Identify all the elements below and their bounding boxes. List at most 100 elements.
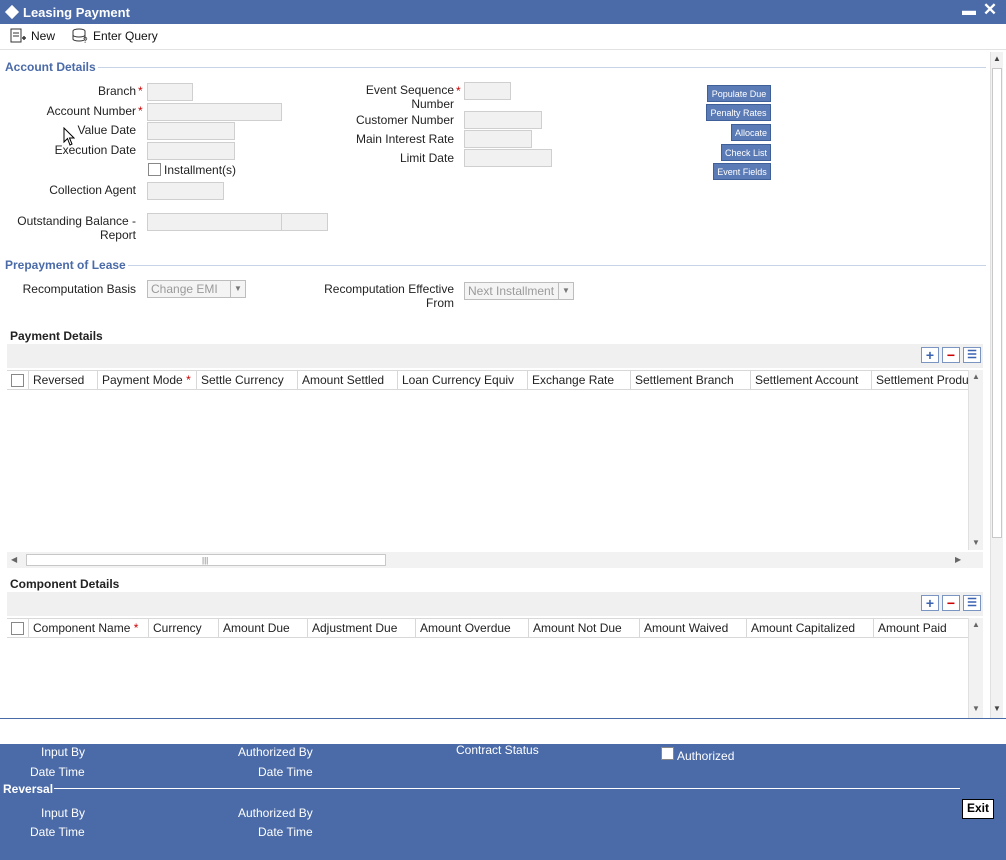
section-divider [128,265,986,266]
event-fields-button[interactable]: Event Fields [713,163,771,180]
delete-row-icon[interactable]: − [942,595,960,611]
column-header[interactable]: Amount Due [219,619,308,637]
recomputation-basis-label: Recomputation Basis [22,282,136,296]
prepayment-section-title: Prepayment of Lease [5,258,126,272]
payment-grid-toolbar: + − ☰ [7,344,983,368]
input-by-label: Input By [41,745,86,759]
column-header[interactable]: Amount Waived [640,619,747,637]
event-sequence-label: Event Sequence [365,83,454,97]
component-grid-vertical-scrollbar[interactable]: ▲ ▼ [968,618,983,718]
minimize-icon[interactable]: ▬ [962,2,976,20]
authorized-label: Authorized [677,749,735,763]
installments-label: Installment(s) [164,163,237,177]
column-header[interactable]: Amount Overdue [416,619,529,637]
column-header[interactable]: Amount Not Due [529,619,640,637]
required-mark: * [186,373,191,387]
execution-date-input[interactable] [147,142,235,160]
enter-query-button[interactable]: ? Enter Query [72,28,158,44]
component-details-title: Component Details [10,577,120,591]
scroll-right-icon[interactable]: ▶ [955,555,961,564]
branch-input[interactable] [147,83,193,101]
main-interest-rate-label: Main Interest Rate [355,132,454,146]
outstanding-balance-label: Outstanding Balance - [17,214,136,228]
main-interest-rate-input[interactable] [464,130,532,148]
scroll-up-icon[interactable]: ▲ [972,372,980,381]
column-header[interactable]: Currency [149,619,219,637]
list-view-icon[interactable]: ☰ [963,595,981,611]
value-date-input[interactable] [147,122,235,140]
close-icon[interactable]: ✕ [982,0,998,20]
column-header[interactable]: Amount Paid [874,619,968,637]
execution-date-label: Execution Date [54,143,136,157]
customer-number-input[interactable] [464,111,542,129]
authorized-checkbox[interactable] [661,747,674,760]
column-header[interactable]: Settle Currency [197,371,298,389]
collection-agent-label: Collection Agent [49,183,136,197]
outstanding-balance-input[interactable] [147,213,282,231]
limit-date-input[interactable] [464,149,552,167]
mouse-cursor-icon [63,127,75,146]
scroll-up-icon[interactable]: ▲ [972,620,980,629]
main-vertical-scrollbar[interactable]: ▲ ▼ [990,52,1003,718]
column-header[interactable]: Settlement Branch [631,371,751,389]
event-sequence-label-number: Number [411,97,454,111]
date-time-label: Date Time [258,765,313,779]
collection-agent-input[interactable] [147,182,224,200]
new-button[interactable]: New [10,28,55,44]
reversal-authorized-by-label: Authorized By [238,806,313,820]
column-header[interactable]: Exchange Rate [528,371,631,389]
column-header[interactable]: Settlement Produ [872,371,968,389]
select-all-checkbox[interactable] [11,622,24,635]
column-header[interactable]: Loan Currency Equiv [398,371,528,389]
select-all-cell [7,371,29,389]
footer-spacer [0,718,1006,744]
new-label: New [31,29,56,43]
grip-icon: ||| [202,556,209,565]
app-diamond-icon [4,4,20,20]
column-header[interactable]: Settlement Account [751,371,872,389]
column-header[interactable]: Amount Settled [298,371,398,389]
column-header[interactable]: Adjustment Due [308,619,416,637]
column-header[interactable]: Reversed [29,371,98,389]
account-details-title: Account Details [5,60,96,74]
payment-grid-horizontal-scrollbar[interactable]: ◀ ||| ▶ [7,552,983,568]
svg-text:?: ? [83,36,88,44]
authorized-by-label: Authorized By [238,745,313,759]
populate-due-button[interactable]: Populate Due [707,85,771,102]
chevron-down-icon: ▼ [230,281,245,297]
select-all-cell [7,619,29,637]
horizontal-scroll-thumb[interactable]: ||| [26,554,386,566]
component-grid-toolbar: + − ☰ [7,592,983,616]
column-header[interactable]: Amount Capitalized [747,619,874,637]
penalty-rates-button[interactable]: Penalty Rates [706,104,771,121]
check-list-button[interactable]: Check List [721,144,771,161]
scroll-up-icon[interactable]: ▲ [993,54,1001,63]
scroll-down-icon[interactable]: ▼ [993,704,1001,713]
window-title: Leasing Payment [23,5,130,20]
column-header-component-name[interactable]: Component Name * [29,619,149,637]
recomputation-effective-select[interactable]: Next Installment ▼ [464,282,574,300]
exit-button[interactable]: Exit [962,799,994,819]
payment-grid-vertical-scrollbar[interactable]: ▲ ▼ [968,370,983,550]
required-mark: * [138,104,143,118]
event-sequence-input[interactable] [464,82,511,100]
database-query-icon: ? [72,28,88,44]
enter-query-label: Enter Query [93,29,158,43]
add-row-icon[interactable]: + [921,347,939,363]
column-header-payment-mode[interactable]: Payment Mode * [98,371,197,389]
outstanding-balance-currency-input[interactable] [281,213,328,231]
select-all-checkbox[interactable] [11,374,24,387]
account-number-label: Account Number [46,104,136,118]
account-number-input[interactable] [147,103,282,121]
recomputation-basis-select[interactable]: Change EMI ▼ [147,280,246,298]
scroll-down-icon[interactable]: ▼ [972,704,980,713]
scroll-thumb[interactable] [992,68,1002,538]
reversal-date-time-label: Date Time [258,825,313,839]
scroll-left-icon[interactable]: ◀ [11,555,17,564]
installments-checkbox[interactable] [148,163,161,176]
add-row-icon[interactable]: + [921,595,939,611]
list-view-icon[interactable]: ☰ [963,347,981,363]
scroll-down-icon[interactable]: ▼ [972,538,980,547]
delete-row-icon[interactable]: − [942,347,960,363]
allocate-button[interactable]: Allocate [731,124,771,141]
